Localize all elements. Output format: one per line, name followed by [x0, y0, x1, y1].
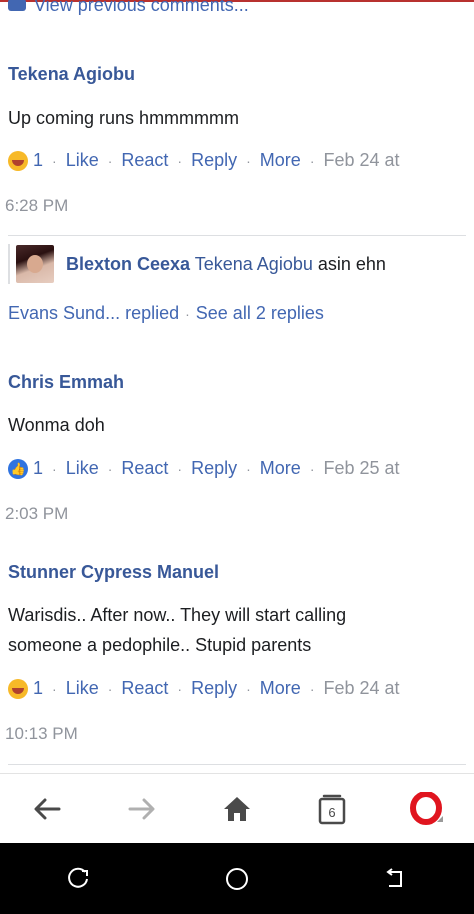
reply-tagged-user[interactable]: Tekena Agiobu	[195, 254, 313, 274]
comment-text-line: Warisdis.. After now.. They will start c…	[8, 605, 347, 625]
haha-emoji-icon[interactable]	[8, 678, 28, 699]
separator-dot: ·	[52, 152, 57, 169]
separator-dot: ·	[52, 680, 57, 697]
recent-apps-icon[interactable]	[49, 849, 109, 909]
browser-toolbar: 6	[0, 773, 474, 843]
comment-item: Chris Emmah	[8, 372, 466, 393]
forward-arrow-icon[interactable]	[112, 779, 172, 839]
separator-dot: ·	[246, 152, 251, 169]
more-button[interactable]: More	[260, 678, 301, 699]
separator-dot: ·	[246, 680, 251, 697]
home-icon[interactable]	[207, 779, 267, 839]
see-all-replies-link[interactable]: See all 2 replies	[196, 303, 324, 324]
comment-author[interactable]: Tekena Agiobu	[8, 64, 466, 85]
back-button-icon[interactable]	[365, 849, 425, 909]
reply-text: asin ehn	[317, 253, 386, 274]
tab-count: 6	[328, 805, 335, 820]
like-button[interactable]: Like	[66, 150, 99, 171]
more-button[interactable]: More	[260, 150, 301, 171]
view-previous-comments-link[interactable]: View previous comments...	[8, 0, 249, 16]
more-button[interactable]: More	[260, 458, 301, 479]
reaction-count[interactable]: 1	[33, 458, 43, 479]
comment-item: Tekena Agiobu	[8, 64, 466, 85]
divider	[8, 235, 466, 236]
separator-dot: ·	[107, 680, 113, 697]
separator-dot: ·	[185, 305, 190, 322]
replies-summary: Evans Sund... replied · See all 2 replie…	[8, 303, 324, 324]
comment-date[interactable]: Feb 24 at	[323, 150, 399, 171]
avatar[interactable]	[16, 245, 54, 283]
separator-dot: ·	[177, 460, 183, 477]
like-thumb-icon[interactable]: 👍	[8, 458, 28, 479]
comment-author[interactable]: Chris Emmah	[8, 372, 466, 393]
separator-dot: ·	[177, 152, 183, 169]
divider	[8, 764, 466, 765]
reply-preview[interactable]: Blexton Ceexa Tekena Agiobu asin ehn	[8, 244, 466, 284]
home-button-icon[interactable]	[207, 849, 267, 909]
separator-dot: ·	[309, 680, 315, 697]
reply-button[interactable]: Reply	[191, 150, 237, 171]
separator-dot: ·	[107, 152, 113, 169]
comment-author[interactable]: Stunner Cypress Manuel	[8, 562, 466, 583]
opera-menu-icon[interactable]	[397, 779, 457, 839]
react-button[interactable]: React	[121, 678, 168, 699]
react-button[interactable]: React	[121, 458, 168, 479]
reply-author[interactable]: Blexton Ceexa	[66, 254, 190, 274]
comment-time: 10:13 PM	[5, 724, 78, 743]
comment-actions: 1 · Like · React · Reply · More · Feb 24…	[8, 150, 466, 171]
react-button[interactable]: React	[121, 150, 168, 171]
reaction-count[interactable]: 1	[33, 678, 43, 699]
comment-text: Warisdis.. After now.. They will start c…	[8, 600, 466, 660]
comment-date[interactable]: Feb 24 at	[323, 678, 399, 699]
comment-text-line: someone a pedophile.. Stupid parents	[8, 635, 312, 655]
separator-dot: ·	[309, 152, 315, 169]
comment-date[interactable]: Feb 25 at	[323, 458, 399, 479]
comment-actions: 1 · Like · React · Reply · More · Feb 24…	[8, 678, 466, 699]
comment-actions: 👍 1 · Like · React · Reply · More · Feb …	[8, 458, 466, 479]
back-arrow-icon[interactable]	[17, 779, 77, 839]
reply-button[interactable]: Reply	[191, 458, 237, 479]
reply-button[interactable]: Reply	[191, 678, 237, 699]
view-previous-label: View previous comments...	[34, 0, 249, 15]
reaction-count[interactable]: 1	[33, 150, 43, 171]
system-navigation-bar	[0, 843, 474, 914]
comment-item: Stunner Cypress Manuel	[8, 562, 466, 583]
comment-time: 6:28 PM	[5, 196, 69, 215]
comment-text: Wonma doh	[8, 415, 105, 435]
like-button[interactable]: Like	[66, 678, 99, 699]
separator-dot: ·	[246, 460, 251, 477]
replied-link[interactable]: Evans Sund... replied	[8, 303, 179, 324]
separator-dot: ·	[107, 460, 113, 477]
separator-dot: ·	[309, 460, 315, 477]
comment-bubble-icon	[8, 0, 26, 11]
tabs-icon[interactable]: 6	[302, 779, 362, 839]
comment-text: Up coming runs hmmmmmm	[8, 108, 240, 128]
like-button[interactable]: Like	[66, 458, 99, 479]
haha-emoji-icon[interactable]	[8, 150, 28, 171]
separator-dot: ·	[177, 680, 183, 697]
separator-dot: ·	[52, 460, 57, 477]
comment-time: 2:03 PM	[5, 504, 69, 523]
